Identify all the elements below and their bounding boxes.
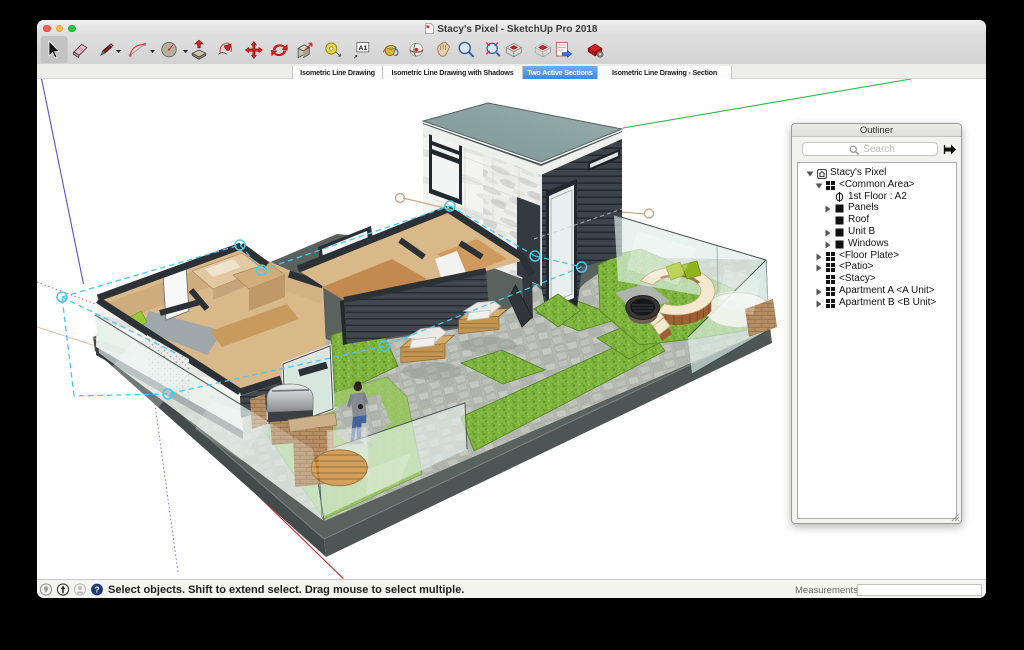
svg-text:?: ? xyxy=(94,584,99,594)
svg-text:A1: A1 xyxy=(358,45,367,52)
